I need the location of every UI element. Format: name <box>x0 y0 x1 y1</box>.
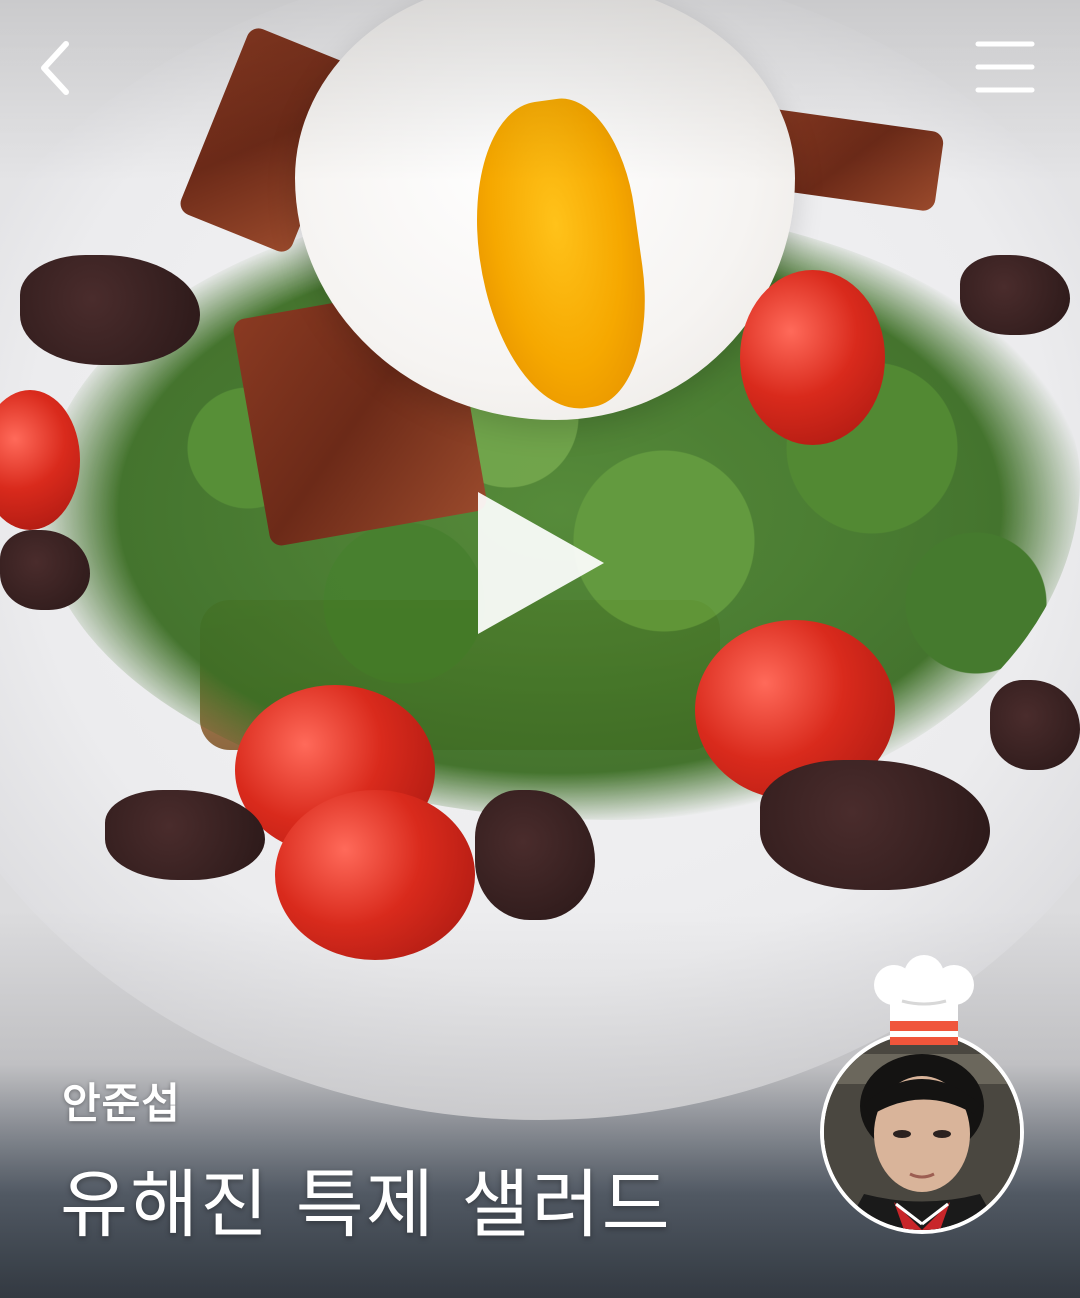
play-icon <box>478 492 604 634</box>
chevron-left-icon <box>41 41 69 95</box>
chef-hat-icon <box>874 955 974 1045</box>
back-button[interactable] <box>30 36 90 100</box>
play-video-button[interactable] <box>470 488 610 638</box>
avatar-photo <box>824 1034 1020 1230</box>
recipe-title: 유해진 특제 샐러드 <box>60 1162 672 1248</box>
recipe-video-screen: 안준섭 유해진 특제 샐러드 <box>0 0 1080 1298</box>
hamburger-menu-icon <box>975 41 1035 93</box>
avatar[interactable] <box>820 1030 1024 1234</box>
recipe-author[interactable]: 안준섭 <box>62 1070 181 1131</box>
menu-button[interactable] <box>970 38 1040 98</box>
author-profile[interactable] <box>820 955 1030 1240</box>
